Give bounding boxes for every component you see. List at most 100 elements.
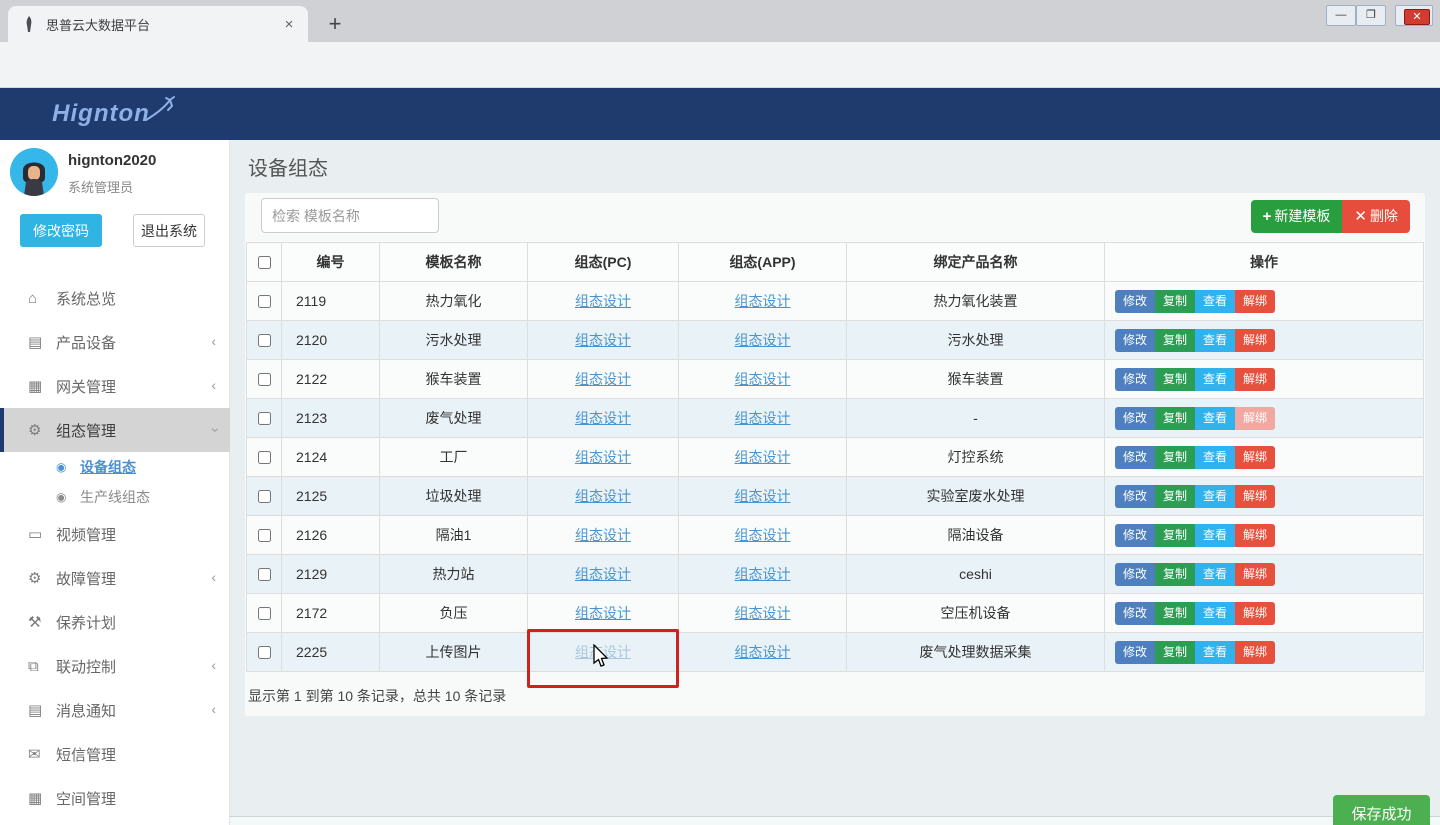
view-button[interactable]: 查看: [1195, 329, 1235, 352]
unbind-button[interactable]: 解绑: [1235, 524, 1275, 547]
pc-design-link[interactable]: 组态设计: [575, 525, 631, 545]
pc-design-link[interactable]: 组态设计: [575, 369, 631, 389]
pc-design-link[interactable]: 组态设计: [575, 486, 631, 506]
sidebar-item-10[interactable]: ▦空间管理: [0, 776, 230, 820]
edit-button[interactable]: 修改: [1115, 524, 1155, 547]
copy-button[interactable]: 复制: [1155, 563, 1195, 586]
row-checkbox[interactable]: [258, 334, 271, 347]
table-row-2172: 2172负压组态设计组态设计空压机设备修改复制查看解绑: [246, 594, 1424, 633]
sidebar-item-9[interactable]: ✉短信管理: [0, 732, 230, 776]
sidebar-item-1[interactable]: ▤产品设备‹: [0, 320, 230, 364]
window-minimize-button[interactable]: —: [1326, 5, 1356, 26]
view-button[interactable]: 查看: [1195, 368, 1235, 391]
view-button[interactable]: 查看: [1195, 602, 1235, 625]
sidebar-subitem-0[interactable]: ◉设备组态: [0, 452, 230, 482]
copy-button[interactable]: 复制: [1155, 368, 1195, 391]
edit-button[interactable]: 修改: [1115, 446, 1155, 469]
copy-button[interactable]: 复制: [1155, 329, 1195, 352]
pc-design-link[interactable]: 组态设计: [575, 330, 631, 350]
copy-button[interactable]: 复制: [1155, 290, 1195, 313]
sidebar-item-3[interactable]: ⚙组态管理‹: [0, 408, 230, 452]
row-checkbox[interactable]: [258, 490, 271, 503]
edit-button[interactable]: 修改: [1115, 563, 1155, 586]
sidebar-menu: ⌂系统总览▤产品设备‹▦网关管理‹⚙组态管理‹◉设备组态◉生产线组态▭视频管理⚙…: [0, 276, 230, 820]
row-checkbox[interactable]: [258, 451, 271, 464]
cell-product-name: 热力氧化装置: [846, 282, 1104, 320]
sidebar-item-5[interactable]: ⚙故障管理‹: [0, 556, 230, 600]
row-checkbox[interactable]: [258, 568, 271, 581]
sidebar-subitem-1[interactable]: ◉生产线组态: [0, 482, 230, 512]
copy-button[interactable]: 复制: [1155, 407, 1195, 430]
pc-design-link[interactable]: 组态设计: [575, 642, 631, 662]
pc-design-link[interactable]: 组态设计: [575, 291, 631, 311]
view-button[interactable]: 查看: [1195, 290, 1235, 313]
view-button[interactable]: 查看: [1195, 407, 1235, 430]
view-button[interactable]: 查看: [1195, 563, 1235, 586]
unbind-button[interactable]: 解绑: [1235, 602, 1275, 625]
row-checkbox[interactable]: [258, 529, 271, 542]
edit-button[interactable]: 修改: [1115, 368, 1155, 391]
sidebar-item-2[interactable]: ▦网关管理‹: [0, 364, 230, 408]
unbind-button[interactable]: 解绑: [1235, 368, 1275, 391]
unbind-button[interactable]: 解绑: [1235, 641, 1275, 664]
app-design-link[interactable]: 组态设计: [735, 408, 791, 428]
view-button[interactable]: 查看: [1195, 485, 1235, 508]
view-button[interactable]: 查看: [1195, 524, 1235, 547]
app-design-link[interactable]: 组态设计: [735, 564, 791, 584]
sidebar-item-8[interactable]: ▤消息通知‹: [0, 688, 230, 732]
unbind-button[interactable]: 解绑: [1235, 446, 1275, 469]
row-checkbox[interactable]: [258, 373, 271, 386]
app-design-link[interactable]: 组态设计: [735, 447, 791, 467]
edit-button[interactable]: 修改: [1115, 407, 1155, 430]
edit-button[interactable]: 修改: [1115, 641, 1155, 664]
app-design-link[interactable]: 组态设计: [735, 291, 791, 311]
gateway-icon: ▦: [28, 377, 56, 395]
row-checkbox[interactable]: [258, 295, 271, 308]
copy-button[interactable]: 复制: [1155, 602, 1195, 625]
book-icon: ▤: [28, 701, 56, 719]
app-design-link[interactable]: 组态设计: [735, 603, 791, 623]
unbind-button[interactable]: 解绑: [1235, 485, 1275, 508]
unbind-button[interactable]: 解绑: [1235, 290, 1275, 313]
app-design-link[interactable]: 组态设计: [735, 642, 791, 662]
new-tab-button[interactable]: +: [322, 12, 348, 38]
app-design-link[interactable]: 组态设计: [735, 330, 791, 350]
select-all-checkbox[interactable]: [258, 256, 271, 269]
view-button[interactable]: 查看: [1195, 446, 1235, 469]
sidebar-item-6[interactable]: ⚒保养计划: [0, 600, 230, 644]
copy-button[interactable]: 复制: [1155, 524, 1195, 547]
pc-design-link[interactable]: 组态设计: [575, 603, 631, 623]
unbind-button[interactable]: 解绑: [1235, 563, 1275, 586]
unbind-button[interactable]: 解绑: [1235, 407, 1275, 430]
row-checkbox[interactable]: [258, 607, 271, 620]
sidebar-item-7[interactable]: ⧉联动控制‹: [0, 644, 230, 688]
table-row-2126: 2126隔油1组态设计组态设计隔油设备修改复制查看解绑: [246, 516, 1424, 555]
edit-button[interactable]: 修改: [1115, 329, 1155, 352]
pc-design-link[interactable]: 组态设计: [575, 564, 631, 584]
sidebar-item-0[interactable]: ⌂系统总览: [0, 276, 230, 320]
browser-tab[interactable]: 思普云大数据平台 ×: [8, 6, 308, 42]
copy-button[interactable]: 复制: [1155, 446, 1195, 469]
edit-button[interactable]: 修改: [1115, 290, 1155, 313]
video-icon: ▦: [28, 789, 56, 807]
copy-button[interactable]: 复制: [1155, 641, 1195, 664]
unbind-button[interactable]: 解绑: [1235, 329, 1275, 352]
app-design-link[interactable]: 组态设计: [735, 486, 791, 506]
window-maximize-button[interactable]: ❐: [1356, 5, 1386, 26]
home-icon: ⌂: [28, 290, 56, 307]
edit-button[interactable]: 修改: [1115, 602, 1155, 625]
copy-button[interactable]: 复制: [1155, 485, 1195, 508]
view-button[interactable]: 查看: [1195, 641, 1235, 664]
pc-design-link[interactable]: 组态设计: [575, 408, 631, 428]
tab-close-icon[interactable]: ×: [280, 16, 298, 33]
row-checkbox[interactable]: [258, 646, 271, 659]
row-checkbox[interactable]: [258, 412, 271, 425]
app-design-link[interactable]: 组态设计: [735, 369, 791, 389]
app-design-link[interactable]: 组态设计: [735, 525, 791, 545]
pc-design-link[interactable]: 组态设计: [575, 447, 631, 467]
delete-button[interactable]: ✕删除: [1342, 200, 1410, 233]
brand-area: Hignton: [0, 88, 230, 140]
new-template-button[interactable]: +新建模板: [1251, 200, 1343, 233]
sidebar-item-4[interactable]: ▭视频管理: [0, 512, 230, 556]
edit-button[interactable]: 修改: [1115, 485, 1155, 508]
